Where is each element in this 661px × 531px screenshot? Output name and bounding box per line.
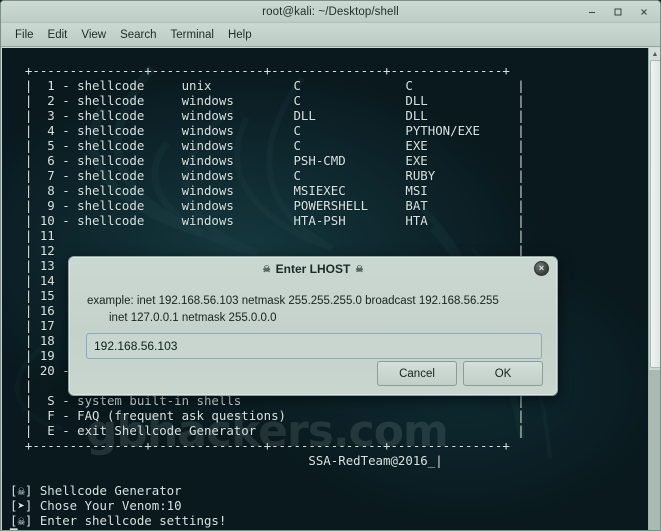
screenshot-root: root@kali: ~/Desktop/shell File Edit Vie…: [0, 0, 661, 531]
dialog-example-line-2: inet 127.0.0.1 netmask 255.0.0.0: [109, 312, 277, 324]
scroll-up-arrow-icon[interactable]: ▲: [649, 49, 660, 60]
enter-lhost-dialog: ☠ Enter LHOST ☠ × example: inet 192.168.…: [68, 256, 558, 396]
dialog-button-row: Cancel OK: [377, 361, 543, 386]
terminal-scrollbar[interactable]: ▲: [648, 48, 660, 530]
menu-item-terminal[interactable]: Terminal: [164, 27, 221, 43]
dialog-titlebar: ☠ Enter LHOST ☠ ×: [69, 257, 557, 281]
menu-item-help[interactable]: Help: [221, 27, 259, 43]
terminal-viewport[interactable]: gbhackers.com KREBOT +---------------+--…: [2, 48, 660, 530]
minimize-icon[interactable]: [580, 2, 604, 22]
dialog-example-line-1: example: inet 192.168.56.103 netmask 255…: [87, 295, 499, 307]
dialog-title: Enter LHOST: [275, 262, 351, 276]
ok-button[interactable]: OK: [463, 361, 543, 386]
window-controls: [580, 1, 656, 23]
menu-item-view[interactable]: View: [74, 27, 113, 43]
window-titlebar: root@kali: ~/Desktop/shell: [1, 1, 660, 23]
skull-icon-left: ☠: [262, 263, 271, 274]
menu-item-edit[interactable]: Edit: [41, 27, 75, 43]
terminal-window: root@kali: ~/Desktop/shell File Edit Vie…: [0, 0, 661, 531]
skull-icon-right: ☠: [355, 263, 364, 274]
close-icon[interactable]: [632, 2, 656, 22]
menu-item-file[interactable]: File: [8, 27, 41, 43]
window-title: root@kali: ~/Desktop/shell: [262, 5, 399, 18]
scrollbar-track[interactable]: [649, 370, 660, 530]
cancel-button[interactable]: Cancel: [377, 361, 457, 386]
scrollbar-thumb[interactable]: [650, 60, 660, 368]
dialog-close-icon[interactable]: ×: [534, 261, 549, 276]
menubar: File Edit View Search Terminal Help: [1, 23, 660, 47]
lhost-input[interactable]: [86, 333, 542, 359]
maximize-icon[interactable]: [606, 2, 630, 22]
menu-item-search[interactable]: Search: [113, 27, 163, 43]
